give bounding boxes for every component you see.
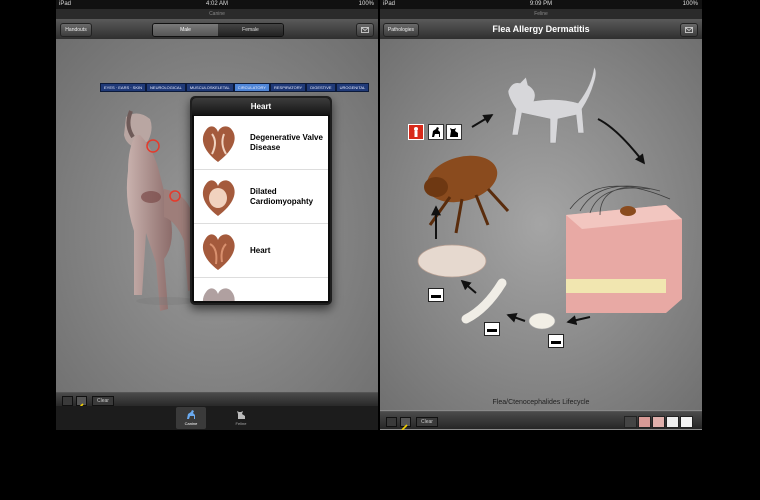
handouts-button[interactable]: Handouts: [60, 23, 92, 37]
clear-button[interactable]: Clear: [92, 396, 114, 406]
heart-thumbnail-icon: [202, 234, 235, 270]
arrow-icon: [460, 279, 477, 294]
drawing-toolbar: Clear: [56, 392, 378, 410]
heart-hotspot: [146, 139, 160, 153]
egg-stage-marker[interactable]: [548, 334, 564, 348]
pointer-tool-button[interactable]: [386, 417, 397, 427]
animal-icon: [551, 341, 561, 344]
view-thumbnail[interactable]: [666, 416, 679, 428]
cat-filter-button[interactable]: [446, 124, 462, 140]
list-item[interactable]: Heart: [194, 224, 328, 278]
pencil-tool-button[interactable]: [400, 417, 411, 430]
clock: 9:09 PM: [529, 1, 553, 7]
pupa-stage-marker[interactable]: [428, 288, 444, 302]
female-segment[interactable]: Female: [218, 24, 283, 36]
animal-icon: [431, 295, 441, 298]
animal-icon: [487, 329, 497, 332]
list-item[interactable]: Heartworm: [194, 278, 328, 301]
heart-popover: Heart Degenerative Valve Disease Dilated…: [190, 96, 332, 305]
tab-feline-label: Feline: [235, 421, 247, 426]
pencil-icon: [401, 424, 408, 430]
egg-illustration: [528, 312, 556, 330]
view-thumbnail[interactable]: [624, 416, 637, 428]
heart-thumbnail-icon: [202, 180, 235, 216]
skin-cross-section: [566, 185, 682, 313]
arrow-icon: [506, 313, 526, 323]
body-system-tabs: EYES · EARS · SKIN NEUROLOGICAL MUSCULOS…: [100, 83, 370, 92]
clock: 4:02 AM: [205, 1, 228, 7]
nav-bar: Handouts Male Female: [56, 19, 378, 40]
window-title: Feline: [380, 9, 702, 19]
arrow-icon: [566, 315, 591, 326]
arrow-icon: [597, 118, 646, 165]
dog-filter-button[interactable]: [428, 124, 444, 140]
lifecycle-view: Flea/Ctenocephalides Lifecycle: [380, 39, 702, 410]
window-title: Canine: [56, 9, 378, 19]
sex-segmented-control: Male Female: [152, 23, 284, 37]
pencil-tool-button[interactable]: [76, 396, 87, 410]
envelope-icon: [361, 27, 369, 33]
tab-circulatory[interactable]: CIRCULATORY: [233, 83, 270, 92]
tab-feline[interactable]: Feline: [226, 407, 256, 429]
pointer-tool-button[interactable]: [62, 396, 73, 406]
tab-canine-label: Canine: [184, 421, 198, 426]
tab-urogenital[interactable]: UROGENITAL: [335, 83, 370, 92]
list-item-label: Degenerative Valve Disease: [250, 132, 323, 152]
allergy-marker-button[interactable]: [408, 124, 424, 140]
tab-eyes-ears-skin[interactable]: EYES · EARS · SKIN: [100, 83, 147, 92]
flea-lifecycle-illustration[interactable]: [380, 39, 702, 410]
feline-screen: iPad 9:09 PM 100% Feline Pathologies Fle…: [380, 0, 702, 430]
email-button[interactable]: [680, 23, 698, 37]
status-bar: iPad 9:09 PM 100%: [380, 0, 702, 9]
tab-digestive[interactable]: DIGESTIVE: [306, 83, 336, 92]
list-item[interactable]: Dilated Cardiomyopahty: [194, 170, 328, 224]
list-item[interactable]: Degenerative Valve Disease: [194, 116, 328, 170]
heart-thumbnail-icon: [202, 126, 235, 162]
view-thumbnail[interactable]: [638, 416, 651, 428]
cat-illustration: [507, 66, 597, 144]
battery-indicator: 100%: [682, 1, 698, 7]
cat-icon: [450, 128, 458, 137]
list-item-label: Dilated Cardiomyopahty: [250, 186, 314, 206]
status-bar: iPad 4:02 AM 100%: [56, 0, 378, 9]
pupa-illustration: [417, 244, 487, 278]
dog-icon: [187, 410, 195, 419]
pathology-list: Degenerative Valve Disease Dilated Cardi…: [194, 116, 328, 301]
tab-neurological[interactable]: NEUROLOGICAL: [146, 83, 186, 92]
tab-canine[interactable]: Canine: [176, 407, 206, 429]
view-thumbnail[interactable]: [652, 416, 665, 428]
male-segment[interactable]: Male: [153, 24, 218, 36]
tab-musculoskeletal[interactable]: MUSCULOSKELETAL: [185, 83, 234, 92]
popover-title: Heart: [192, 98, 330, 115]
heart-thumbnail-icon: [203, 288, 235, 301]
clear-button[interactable]: Clear: [416, 417, 438, 427]
envelope-icon: [685, 27, 693, 33]
arrow-icon: [471, 114, 494, 128]
tab-respiratory[interactable]: RESPIRATORY: [269, 83, 307, 92]
lifecycle-caption: Flea/Ctenocephalides Lifecycle: [492, 399, 590, 406]
flea-illustration: [424, 155, 510, 234]
list-item-label: Heart: [250, 245, 271, 255]
dog-icon: [432, 127, 440, 137]
view-thumbnail[interactable]: [680, 416, 693, 428]
list-item-label: Heartworm: [250, 278, 328, 302]
page-title: Flea Allergy Dermatitis: [492, 24, 590, 34]
nav-bar: Pathologies Flea Allergy Dermatitis: [380, 19, 702, 40]
larva-stage-marker[interactable]: [484, 322, 500, 336]
email-button[interactable]: [356, 23, 374, 37]
cat-icon: [237, 411, 245, 419]
figure-icon: [414, 127, 418, 137]
tab-bar: Canine Feline: [56, 406, 378, 430]
battery-indicator: 100%: [358, 1, 374, 7]
